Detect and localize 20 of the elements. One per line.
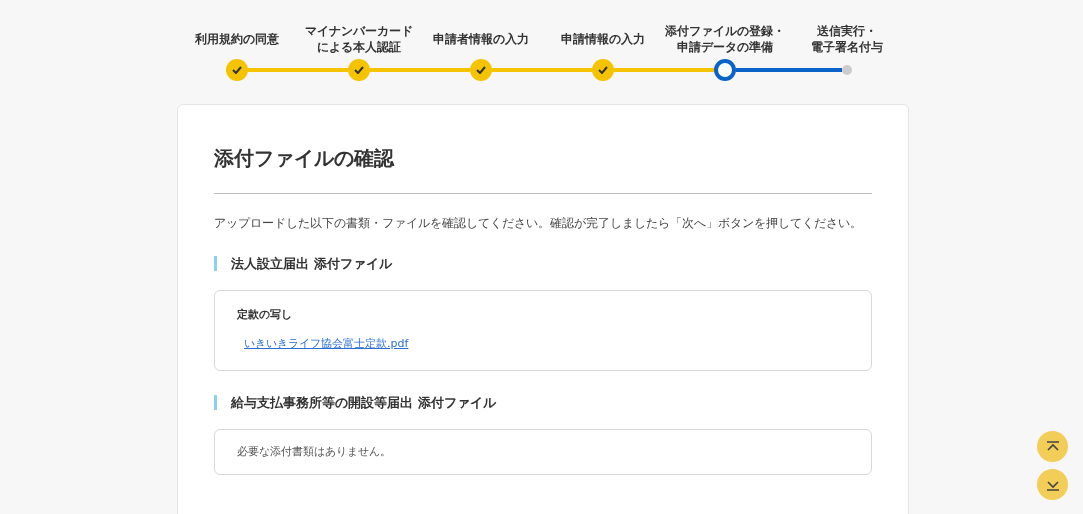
scroll-bottom-button[interactable] — [1037, 469, 1068, 500]
step-label: 送信実行・ — [817, 23, 877, 39]
description: アップロードした以下の書類・ファイルを確認してください。確認が完了しましたら「次へ」ボタンを押してください。 — [214, 215, 863, 232]
note-text: 必要な添付書類はありません。 — [237, 443, 392, 460]
step-label: 申請者情報の入力 — [433, 31, 529, 47]
section-heading: 給与支払事務所等の開設等届出 添付ファイル — [214, 394, 872, 410]
step-label: による本人認証 — [317, 39, 401, 55]
step-label: マイナンバーカード — [305, 23, 413, 39]
page-title: 添付ファイルの確認 — [214, 143, 872, 194]
step-label: 電子署名付与 — [811, 39, 883, 55]
scroll-top-button[interactable] — [1037, 431, 1068, 462]
step-label: 添付ファイルの登録・ — [665, 23, 785, 39]
scroll-bottom-icon — [1045, 478, 1060, 491]
scroll-top-icon — [1045, 440, 1060, 453]
step-label: 利用規約の同意 — [195, 31, 279, 47]
document-title: 定款の写し — [237, 307, 293, 323]
section-heading: 法人設立届出 添付ファイル — [214, 256, 872, 271]
step-label: 申請データの準備 — [677, 39, 773, 55]
file-link[interactable]: いきいきライフ協会富士定款.pdf — [244, 335, 409, 352]
step-label: 申請情報の入力 — [561, 31, 645, 47]
